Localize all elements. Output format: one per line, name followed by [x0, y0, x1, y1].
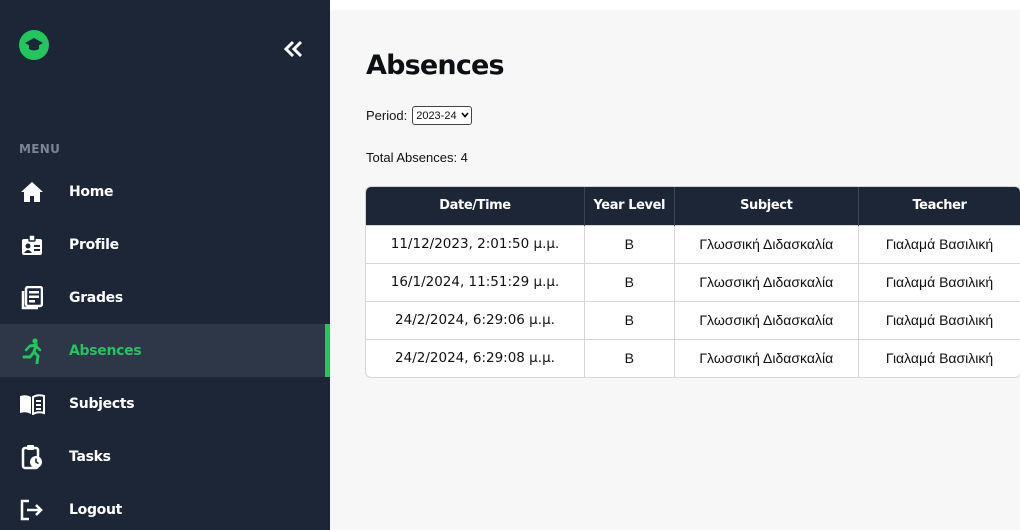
collapse-sidebar-icon[interactable] — [282, 38, 304, 60]
cell-subject: Γλωσσική Διδασκαλία — [674, 262, 859, 301]
table-row: 24/2/2024, 6:29:08 μ.μ. B Γλωσσική Διδασ… — [366, 338, 1020, 377]
running-person-icon — [17, 336, 47, 366]
page-title: Absences — [366, 50, 505, 81]
sidebar-item-label: Logout — [69, 501, 123, 518]
sidebar-item-label: Tasks — [69, 448, 111, 465]
cell-date-time: 24/2/2024, 6:29:08 μ.μ. — [366, 338, 586, 377]
sidebar-item-label: Profile — [69, 236, 119, 253]
sidebar-item-label: Absences — [69, 342, 142, 359]
sidebar-item-tasks[interactable]: Tasks — [0, 430, 330, 483]
total-absences: Total Absences: 4 — [366, 150, 468, 165]
sidebar-item-home[interactable]: Home — [0, 165, 330, 218]
cell-teacher: Γιαλαμά Βασιλική — [858, 338, 1020, 377]
menu-heading: MENU — [19, 142, 61, 156]
absences-table: Date/Time Year Level Subject Teacher 11/… — [365, 186, 1020, 378]
period-select[interactable]: 2023-24 — [412, 106, 472, 125]
column-header-year-level: Year Level — [584, 187, 675, 225]
profile-id-icon — [17, 230, 47, 260]
cell-date-time: 16/1/2024, 11:51:29 μ.μ. — [366, 262, 586, 301]
table-row: 24/2/2024, 6:29:06 μ.μ. B Γλωσσική Διδασ… — [366, 300, 1020, 339]
sidebar-nav: Home Profile Grades Absences Subjects Ta… — [0, 165, 330, 530]
column-header-date-time: Date/Time — [366, 187, 586, 225]
sidebar-item-label: Home — [69, 183, 114, 200]
cell-year-level: B — [584, 262, 675, 301]
table-row: 11/12/2023, 2:01:50 μ.μ. B Γλωσσική Διδα… — [366, 224, 1020, 263]
sidebar-item-label: Subjects — [69, 395, 135, 412]
cell-teacher: Γιαλαμά Βασιλική — [858, 300, 1020, 339]
table-header-row: Date/Time Year Level Subject Teacher — [366, 187, 1020, 225]
sidebar-item-absences[interactable]: Absences — [0, 324, 330, 377]
home-icon — [17, 177, 47, 207]
sidebar-item-grades[interactable]: Grades — [0, 271, 330, 324]
grades-document-icon — [17, 283, 47, 313]
cell-subject: Γλωσσική Διδασκαλία — [674, 300, 859, 339]
cell-date-time: 24/2/2024, 6:29:06 μ.μ. — [366, 300, 586, 339]
period-filter: Period: 2023-24 — [366, 106, 472, 125]
period-label: Period: — [366, 108, 408, 123]
period-select-value: 2023-24 — [416, 109, 457, 122]
cell-year-level: B — [584, 300, 675, 339]
cell-subject: Γλωσσική Διδασκαλία — [674, 224, 859, 263]
cell-teacher: Γιαλαμά Βασιλική — [858, 262, 1020, 301]
sidebar-item-label: Grades — [69, 289, 123, 306]
main-content: Absences Period: 2023-24 Total Absences:… — [330, 0, 1020, 530]
open-book-icon — [17, 389, 47, 419]
cell-teacher: Γιαλαμά Βασιλική — [858, 224, 1020, 263]
logout-icon — [17, 495, 47, 525]
cell-year-level: B — [584, 224, 675, 263]
column-header-teacher: Teacher — [858, 187, 1020, 225]
sidebar-item-profile[interactable]: Profile — [0, 218, 330, 271]
sidebar-item-subjects[interactable]: Subjects — [0, 377, 330, 430]
chevron-down-icon — [460, 111, 469, 120]
sidebar-item-logout[interactable]: Logout — [0, 483, 330, 530]
sidebar: MENU Home Profile Grades Absences Subjec… — [0, 0, 330, 530]
table-row: 16/1/2024, 11:51:29 μ.μ. B Γλωσσική Διδα… — [366, 262, 1020, 301]
clipboard-clock-icon — [17, 442, 47, 472]
cell-date-time: 11/12/2023, 2:01:50 μ.μ. — [366, 224, 586, 263]
cell-subject: Γλωσσική Διδασκαλία — [674, 338, 859, 377]
graduation-cap-logo-icon[interactable] — [19, 30, 49, 60]
column-header-subject: Subject — [674, 187, 859, 225]
cell-year-level: B — [584, 338, 675, 377]
